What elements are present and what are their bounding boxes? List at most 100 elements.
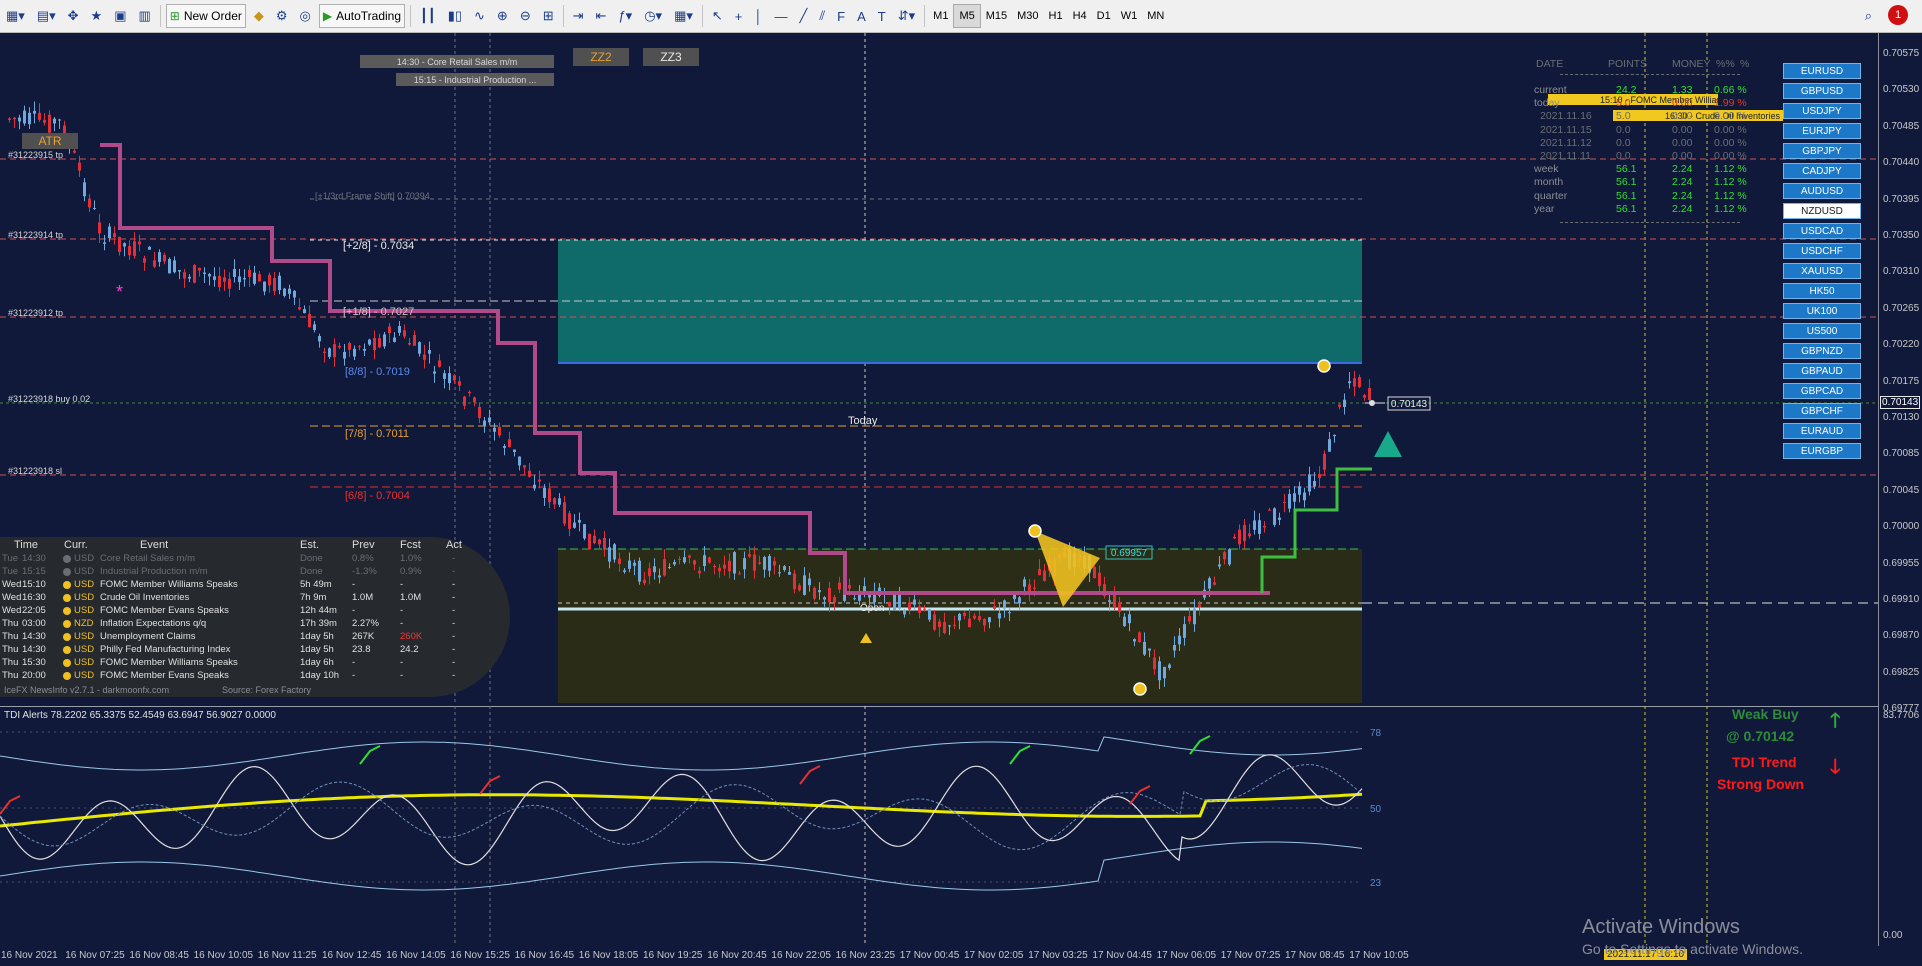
symbol-button-usdchf[interactable]: USDCHF <box>1783 243 1861 259</box>
symbol-button-us500[interactable]: US500 <box>1783 323 1861 339</box>
news-row[interactable]: Wed 15:10 USD FOMC Member Williams Speaks 5h… <box>0 579 510 592</box>
symbol-button-gbpaud[interactable]: GBPAUD <box>1783 363 1861 379</box>
periods-icon[interactable]: ◷▾ <box>640 4 666 28</box>
stats-points: 24.2 <box>1616 84 1637 96</box>
candle-body <box>763 557 766 570</box>
terminal-icon[interactable]: ▥ <box>134 4 154 28</box>
price-scale[interactable]: 0.70575 0.70530 0.70485 0.70440 0.70395 0.703… <box>1878 33 1922 946</box>
horizontal-line-icon[interactable]: — <box>771 4 792 28</box>
symbol-button-gbpusd[interactable]: GBPUSD <box>1783 83 1861 99</box>
symbol-button-euraud[interactable]: EURAUD <box>1783 423 1861 439</box>
symbol-button-usdjpy[interactable]: USDJPY <box>1783 103 1861 119</box>
stats-points: 0.0 <box>1616 136 1631 149</box>
stats-points: 0.0 <box>1616 123 1631 136</box>
fibonacci-icon[interactable]: F <box>833 4 849 28</box>
templates-icon[interactable]: ▦▾ <box>670 4 697 28</box>
stats-percent: 1.12 % <box>1714 189 1747 202</box>
tdi-subwindow[interactable]: 78 50 23 TDI Alerts 78.2202 65.3375 52.4549… <box>0 706 1878 946</box>
search-icon[interactable]: ⌕ <box>1861 4 1876 28</box>
news-row[interactable]: Thu 15:30 USD FOMC Member Williams Speaks 1d… <box>0 657 510 670</box>
candle-body <box>998 613 1001 619</box>
candle-body <box>153 260 156 267</box>
news-day: Thu <box>2 644 19 655</box>
news-row[interactable]: Thu 14:30 USD Unemployment Claims 1day 5h 267… <box>0 631 510 644</box>
candle-body <box>378 338 381 348</box>
new-order-button[interactable]: ⊞ New Order <box>165 4 246 28</box>
text-icon[interactable]: A <box>853 4 870 28</box>
tdi-level-label: 23 <box>1370 878 1382 889</box>
stats-money: 0.00 <box>1672 110 1693 123</box>
stats-date: 2021.11.16 <box>1540 110 1592 123</box>
symbol-button-gbpchf[interactable]: GBPCHF <box>1783 403 1861 419</box>
arrows-icon[interactable]: ⇵▾ <box>894 4 919 28</box>
timeframe-h1[interactable]: H1 <box>1044 5 1068 27</box>
autotrading-button[interactable]: ▶ AutoTrading <box>318 4 406 28</box>
indicators-icon[interactable]: ƒ▾ <box>614 4 636 28</box>
symbol-button-audusd[interactable]: AUDUSD <box>1783 183 1861 199</box>
timeframe-w1[interactable]: W1 <box>1116 5 1143 27</box>
candle-body <box>913 599 916 605</box>
news-row[interactable]: Wed 22:05 USD FOMC Member Evans Speaks 12h 4… <box>0 605 510 618</box>
symbol-button-gbpcad[interactable]: GBPCAD <box>1783 383 1861 399</box>
symbol-button-gbpnzd[interactable]: GBPNZD <box>1783 343 1861 359</box>
navigator-icon[interactable]: ▣ <box>110 4 130 28</box>
symbol-button-eurusd[interactable]: EURUSD <box>1783 63 1861 79</box>
bar-chart-icon[interactable]: ┃┃ <box>416 4 440 28</box>
zoom-in-icon[interactable]: ⊕ <box>493 4 512 28</box>
candle-body <box>493 427 496 432</box>
symbol-button-xauusd[interactable]: XAUUSD <box>1783 263 1861 279</box>
tile-windows-icon[interactable]: ⊞ <box>539 4 558 28</box>
news-row[interactable]: Thu 03:00 NZD Inflation Expectations q/q 17h… <box>0 618 510 631</box>
gold-icon[interactable]: ◆ <box>250 4 268 28</box>
murrey-label: [8/8] - 0.7019 <box>345 366 410 378</box>
symbol-button-hk50[interactable]: HK50 <box>1783 283 1861 299</box>
news-row[interactable]: Thu 20:00 USD FOMC Member Evans Speaks 1day … <box>0 670 510 683</box>
label-icon[interactable]: T <box>874 4 890 28</box>
candle-body <box>1148 648 1151 651</box>
market-icon[interactable]: ◎ <box>296 4 315 28</box>
symbol-button-uk100[interactable]: UK100 <box>1783 303 1861 319</box>
chart-icon[interactable]: ▦▾ <box>2 4 29 28</box>
zoom-out-icon[interactable]: ⊖ <box>516 4 535 28</box>
timeframe-m15[interactable]: M15 <box>981 5 1012 27</box>
symbol-button-gbpjpy[interactable]: GBPJPY <box>1783 143 1861 159</box>
line-chart-icon[interactable]: ∿ <box>470 4 489 28</box>
news-row[interactable]: Thu 14:30 USD Philly Fed Manufacturing Inde… <box>0 644 510 657</box>
candle-body <box>293 290 296 298</box>
timeframe-d1[interactable]: D1 <box>1092 5 1116 27</box>
symbol-button-usdcad[interactable]: USDCAD <box>1783 223 1861 239</box>
stats-points: 5.0 <box>1616 110 1631 123</box>
crosshair-tool-icon[interactable]: + <box>731 4 747 28</box>
candle-body <box>1343 399 1346 408</box>
candle-body <box>518 456 521 466</box>
candle-body <box>453 375 456 381</box>
channel-icon[interactable]: ⫽ <box>815 4 829 28</box>
symbol-button-nzdusd[interactable]: NZDUSD <box>1783 203 1861 219</box>
crosshair-icon[interactable]: ✥ <box>64 4 83 28</box>
time-tick-label: 17 Nov 07:25 <box>1220 950 1281 961</box>
candle-body <box>643 579 646 584</box>
news-row[interactable]: Wed 16:30 USD Crude Oil Inventories 7h 9m 1.0… <box>0 592 510 605</box>
symbol-button-eurjpy[interactable]: EURJPY <box>1783 123 1861 139</box>
alert-badge[interactable]: 1 <box>1888 5 1908 25</box>
vertical-line-icon[interactable]: │ <box>750 4 766 28</box>
autoscroll-icon[interactable]: ⇥ <box>569 4 588 28</box>
timeframe-mn[interactable]: MN <box>1142 5 1169 27</box>
time-tick-label: 17 Nov 08:45 <box>1285 950 1345 961</box>
favorites-icon[interactable]: ★ <box>87 4 107 28</box>
candle-body <box>718 567 721 572</box>
timeframe-m5[interactable]: M5 <box>953 4 981 28</box>
strategy-tester-icon[interactable]: ⚙ <box>272 4 292 28</box>
trendline-icon[interactable]: ╱ <box>796 4 812 28</box>
candle-chart-icon[interactable]: ▮▯ <box>444 4 466 28</box>
news-row[interactable]: Tue 15:15 USD Industrial Production m/m Done… <box>0 566 510 579</box>
cursor-icon[interactable]: ↖ <box>708 4 727 28</box>
symbol-button-cadjpy[interactable]: CADJPY <box>1783 163 1861 179</box>
profile-icon[interactable]: ▤▾ <box>33 4 60 28</box>
chart-shift-icon[interactable]: ⇤ <box>592 4 611 28</box>
timeframe-h4[interactable]: H4 <box>1068 5 1092 27</box>
symbol-button-eurgbp[interactable]: EURGBP <box>1783 443 1861 459</box>
news-row[interactable]: Tue 14:30 USD Core Retail Sales m/m Done 0.8%… <box>0 553 510 566</box>
timeframe-m1[interactable]: M1 <box>928 5 953 27</box>
timeframe-m30[interactable]: M30 <box>1012 5 1043 27</box>
